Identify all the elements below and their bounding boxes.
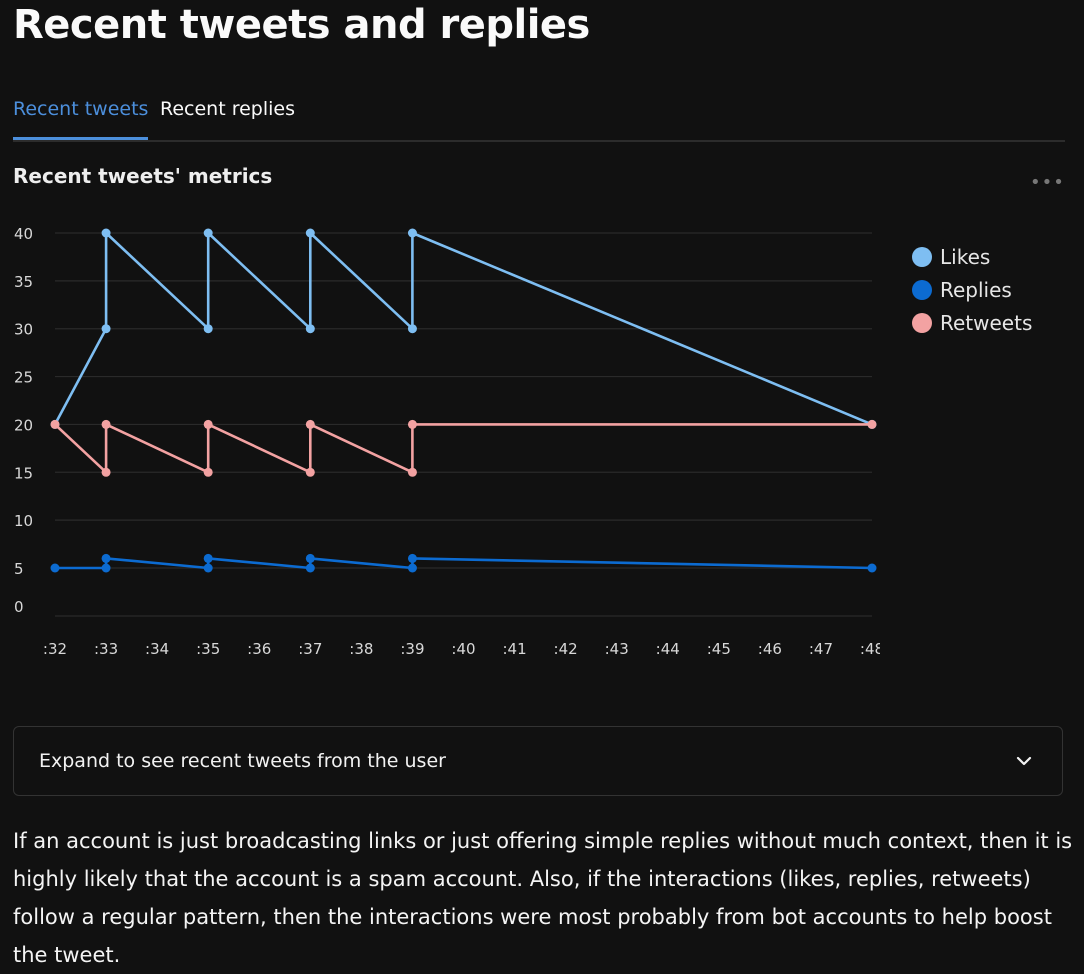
tab-bar: Recent tweets Recent replies [13,90,1065,142]
y-tick-label: 15 [14,464,33,482]
legend-item-replies[interactable]: Replies [912,273,1032,306]
data-point-replies[interactable] [407,563,417,573]
chart-legend: Likes Replies Retweets [912,240,1032,339]
data-point-retweets[interactable] [50,419,60,429]
y-tick-label: 20 [14,416,33,434]
data-point-retweets[interactable] [305,419,315,429]
description-text: If an account is just broadcasting links… [13,829,1073,967]
data-point-retweets[interactable] [101,419,111,429]
data-point-replies[interactable] [305,563,315,573]
data-point-replies[interactable] [407,553,417,563]
data-point-retweets[interactable] [203,419,213,429]
data-point-likes[interactable] [407,324,417,334]
y-tick-label: 35 [14,273,33,291]
recent-tweets-expander[interactable]: Expand to see recent tweets from the use… [13,726,1063,796]
x-tick-label: :44 [656,640,680,658]
data-point-retweets[interactable] [101,467,111,477]
data-point-replies[interactable] [203,563,213,573]
legend-label: Replies [940,277,1012,302]
data-point-replies[interactable] [867,563,877,573]
x-tick-label: :33 [94,640,118,658]
tab-recent-tweets[interactable]: Recent tweets [13,98,149,140]
x-tick-label: :45 [707,640,731,658]
tab-recent-replies[interactable]: Recent replies [160,98,295,137]
x-tick-label: :43 [605,640,629,658]
data-point-likes[interactable] [203,228,213,238]
legend-swatch [912,312,932,333]
data-point-replies[interactable] [101,553,111,563]
legend-swatch [912,279,932,300]
page-title: Recent tweets and replies [13,2,590,48]
metrics-chart: 0 5 10 15 20 25 30 35 40 :32 :33 :34 :35 :36 :37 :38 :39… [14,225,880,658]
data-point-replies[interactable] [305,553,315,563]
data-point-likes[interactable] [305,324,315,334]
chart-title: Recent tweets' metrics [13,164,273,188]
data-point-retweets[interactable] [407,467,417,477]
x-tick-label: :41 [502,640,526,658]
legend-item-retweets[interactable]: Retweets [912,306,1032,339]
chevron-down-icon [1016,756,1032,766]
legend-label: Likes [940,244,991,269]
data-point-likes[interactable] [101,324,111,334]
data-point-likes[interactable] [203,324,213,334]
data-point-retweets[interactable] [867,419,877,429]
x-tick-label: :38 [349,640,373,658]
x-tick-label: :40 [451,640,475,658]
expander-label: Expand to see recent tweets from the use… [39,750,446,772]
y-tick-label: 10 [14,512,33,530]
x-tick-label: :34 [145,640,169,658]
data-point-likes[interactable] [305,228,315,238]
x-tick-label: :46 [758,640,782,658]
y-tick-label: 25 [14,369,33,387]
legend-item-likes[interactable]: Likes [912,240,1032,273]
legend-label: Retweets [940,310,1033,335]
x-tick-label: :35 [196,640,220,658]
data-point-replies[interactable] [101,563,111,573]
data-point-retweets[interactable] [203,467,213,477]
y-tick-label: 30 [14,321,33,339]
data-point-likes[interactable] [407,228,417,238]
series-line-replies [55,557,873,570]
y-tick-label: 40 [14,225,33,243]
x-tick-label: :32 [43,640,67,658]
x-tick-label: :42 [554,640,578,658]
series-line-retweets [54,423,872,474]
data-point-retweets[interactable] [407,419,417,429]
y-tick-label: 5 [14,560,24,578]
legend-swatch [912,246,932,267]
x-tick-label: :37 [298,640,322,658]
x-tick-label: :39 [400,640,424,658]
y-tick-label: 0 [14,598,24,616]
data-point-likes[interactable] [101,228,111,238]
data-point-replies[interactable] [203,553,213,563]
x-tick-label: :36 [247,640,271,658]
data-point-retweets[interactable] [305,467,315,477]
data-point-replies[interactable] [50,563,60,573]
x-tick-label: :48 [860,640,880,658]
x-tick-label: :47 [809,640,833,658]
ellipsis-icon[interactable]: ••• [1030,172,1065,193]
